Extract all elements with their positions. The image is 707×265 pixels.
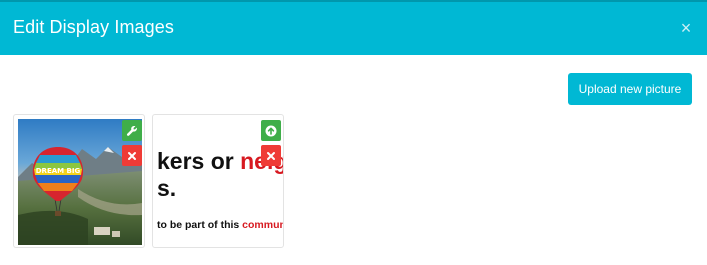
close-icon (267, 151, 275, 160)
close-icon (128, 151, 136, 160)
modal-header: Edit Display Images × (0, 0, 707, 55)
edit-image-button[interactable] (122, 120, 142, 141)
balloon-text: DREAM BIG (36, 167, 81, 175)
modal-title: Edit Display Images (13, 17, 174, 37)
arrow-up-circle-icon (265, 125, 277, 136)
delete-image-button[interactable] (122, 145, 142, 166)
graphic-text-line: s. (157, 175, 177, 201)
image-card: kers or neig s. to be part of this commu… (152, 114, 284, 248)
image-card: DREAM BIG (13, 114, 145, 248)
wrench-icon (126, 125, 137, 136)
close-icon: × (680, 18, 692, 38)
set-primary-image-button[interactable] (261, 120, 281, 141)
upload-new-picture-button[interactable]: Upload new picture (568, 73, 692, 105)
graphic-text-line: to be part of this communit (157, 219, 283, 231)
delete-image-button[interactable] (261, 145, 281, 166)
close-button[interactable]: × (679, 18, 693, 38)
